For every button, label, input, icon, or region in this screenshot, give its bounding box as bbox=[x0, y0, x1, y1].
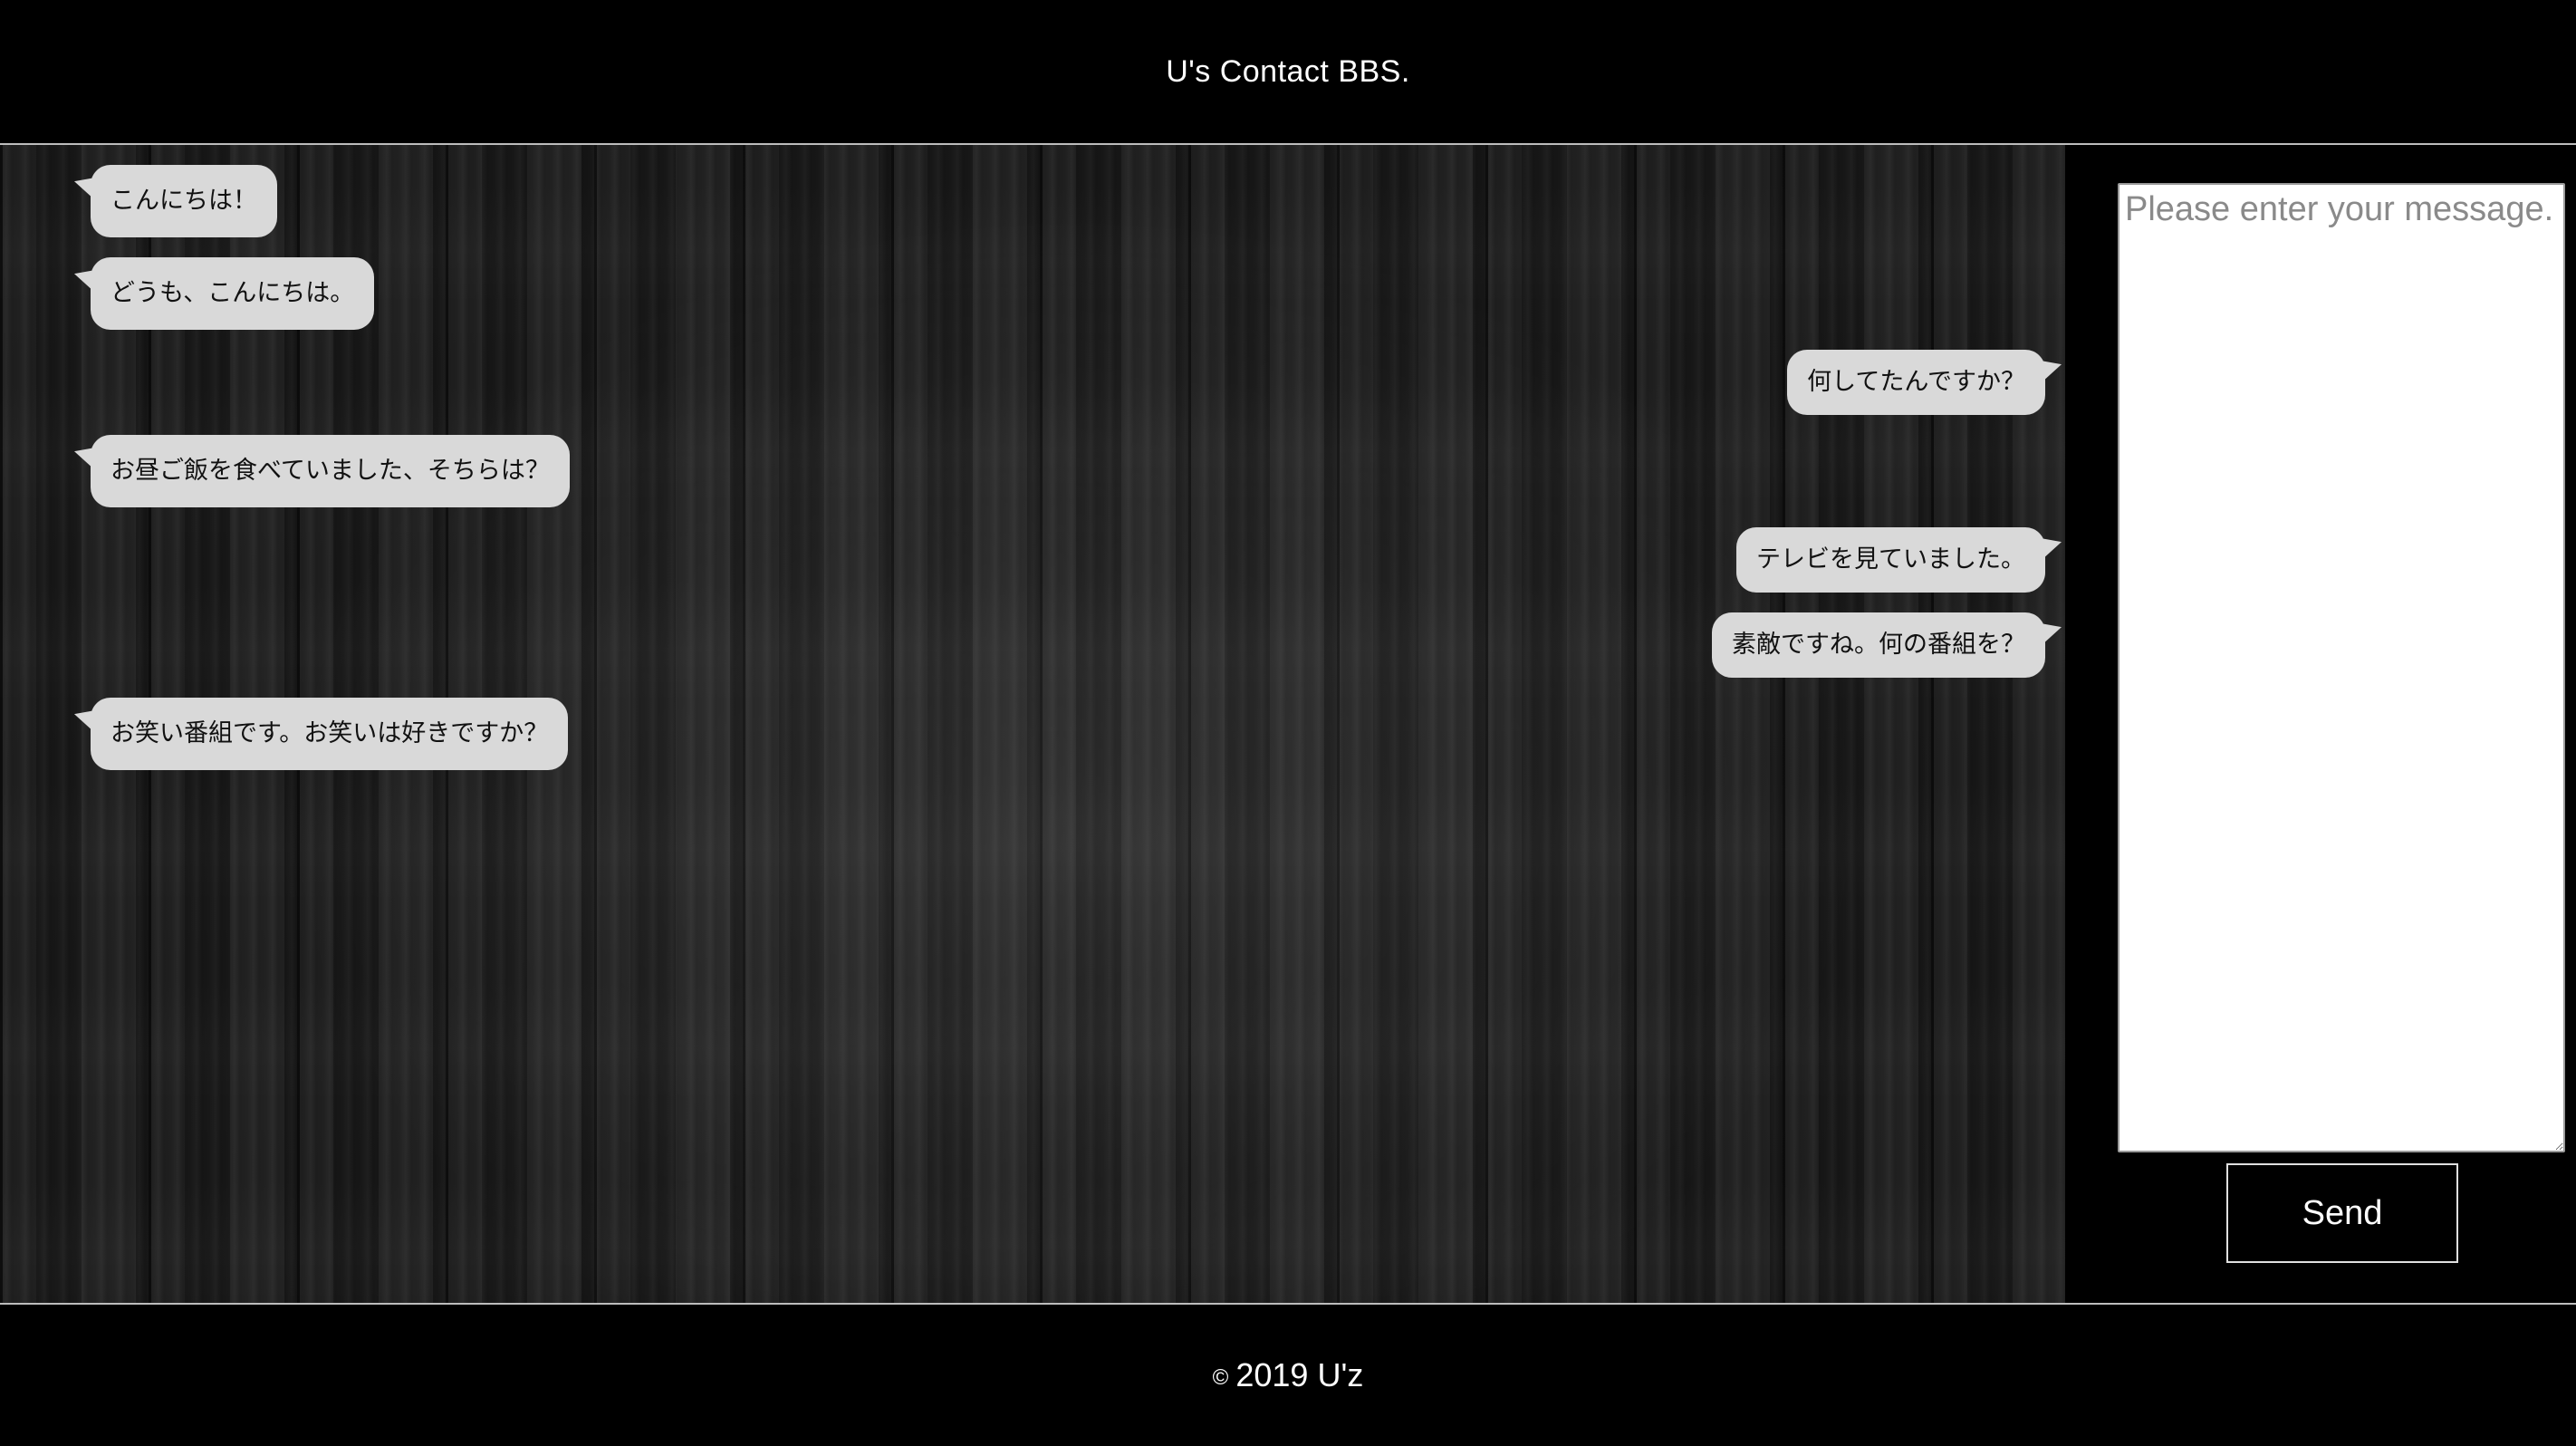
chat-message: こんにちは！ bbox=[91, 165, 277, 237]
site-title: U's Contact BBS. bbox=[1166, 53, 1410, 89]
site-header: U's Contact BBS. bbox=[0, 0, 2576, 145]
copyright: © 2019 U'z bbox=[1213, 1356, 1364, 1394]
site-footer: © 2019 U'z bbox=[0, 1303, 2576, 1446]
main-content: こんにちは！ どうも、こんにちは。 何してたんですか？ お昼ご飯を食べていました… bbox=[0, 145, 2576, 1303]
send-button[interactable]: Send bbox=[2226, 1163, 2458, 1263]
copyright-symbol: © bbox=[1212, 1365, 1229, 1390]
copyright-text: 2019 U'z bbox=[1235, 1356, 1364, 1393]
compose-panel: Send bbox=[2065, 145, 2576, 1303]
chat-message: どうも、こんにちは。 bbox=[91, 257, 375, 330]
message-input[interactable] bbox=[2118, 183, 2565, 1152]
chat-message: お昼ご飯を食べていました、そちらは？ bbox=[91, 435, 570, 507]
chat-message: テレビを見ていました。 bbox=[1736, 527, 2045, 593]
chat-message: お笑い番組です。お笑いは好きですか？ bbox=[91, 698, 569, 770]
chat-area[interactable]: こんにちは！ どうも、こんにちは。 何してたんですか？ お昼ご飯を食べていました… bbox=[0, 145, 2065, 1303]
chat-message: 何してたんですか？ bbox=[1787, 350, 2045, 415]
chat-message: 素敵ですね。何の番組を？ bbox=[1712, 612, 2045, 678]
